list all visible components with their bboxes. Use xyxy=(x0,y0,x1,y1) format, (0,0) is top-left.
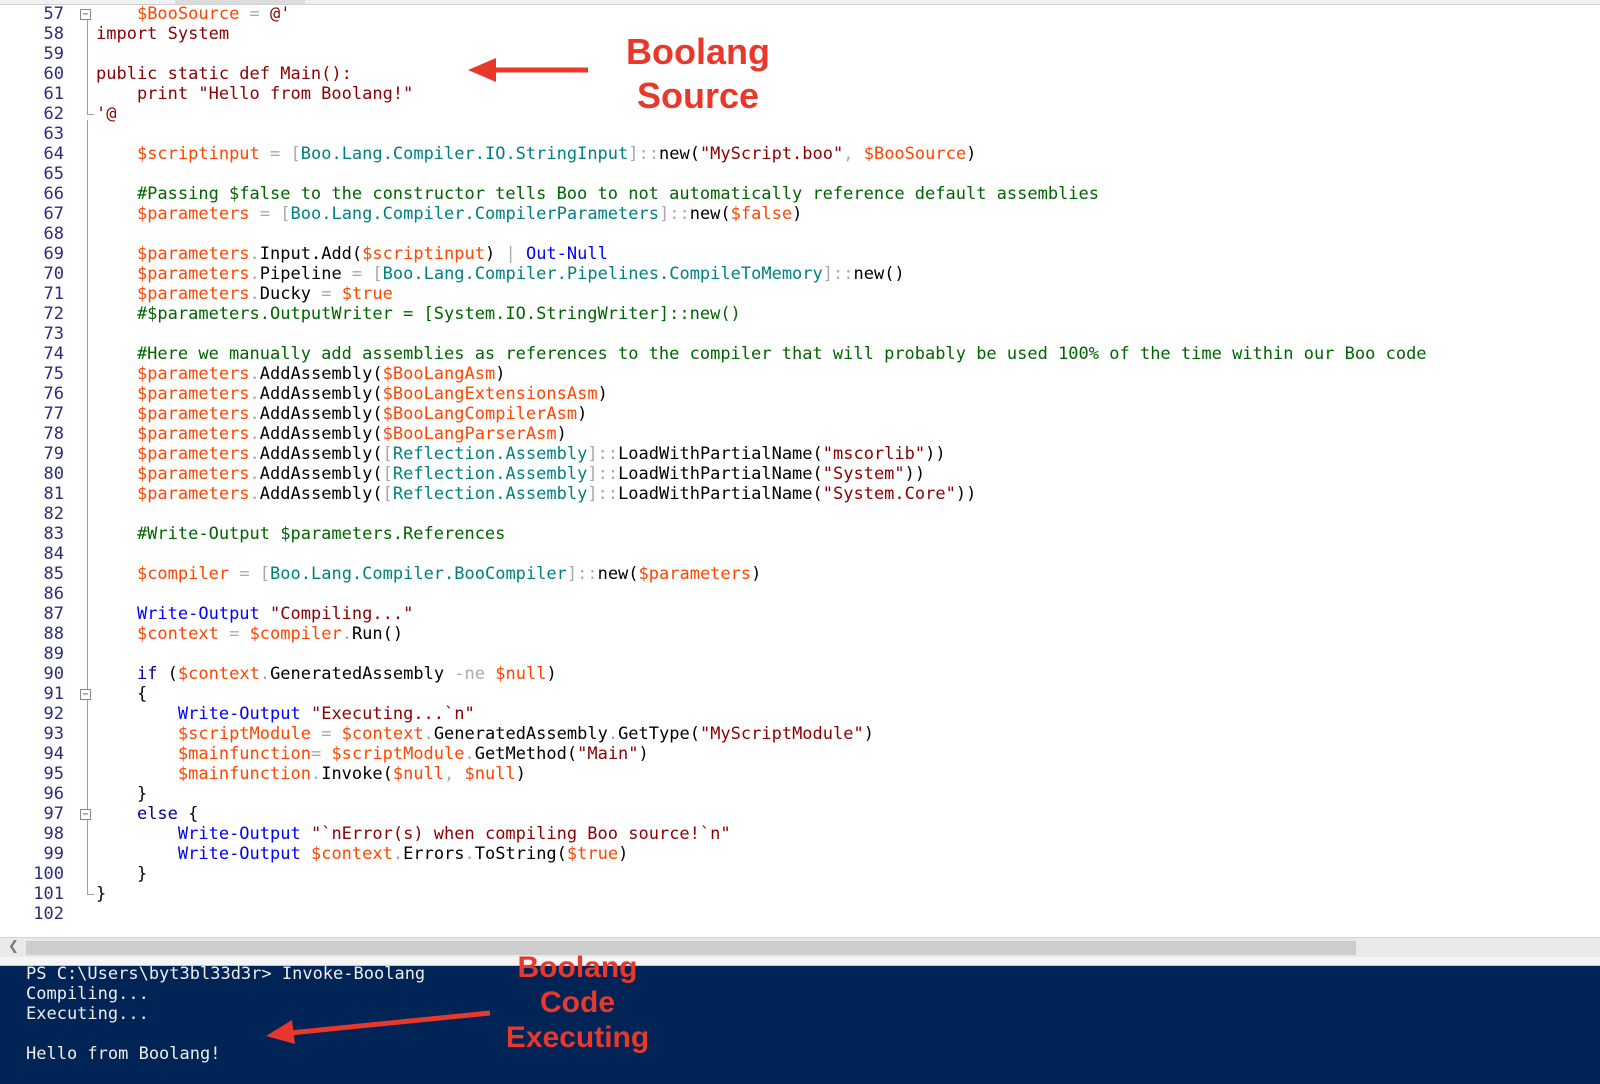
arrow-to-output xyxy=(266,1010,491,1044)
annotation-arrows xyxy=(266,58,588,1044)
arrow-to-source xyxy=(468,58,588,82)
